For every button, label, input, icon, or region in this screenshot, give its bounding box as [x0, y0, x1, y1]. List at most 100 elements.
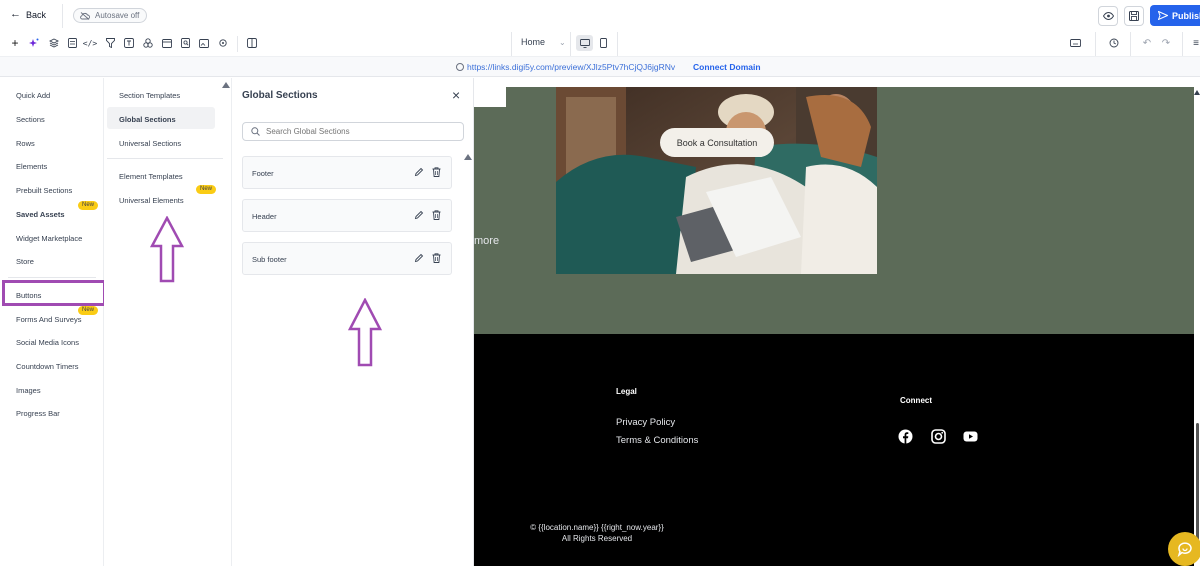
section-name: Footer	[252, 169, 274, 178]
keyboard-icon[interactable]	[1069, 37, 1081, 49]
preview-url-bar: https://links.digi5y.com/preview/XJlz5Pt…	[0, 56, 1200, 77]
scroll-up-arrow-icon[interactable]	[222, 82, 230, 88]
pencil-icon[interactable]	[414, 210, 424, 220]
saved-assets-panel: Section Templates Global Sections Univer…	[104, 78, 232, 566]
text-icon[interactable]	[123, 37, 135, 49]
search-field[interactable]	[242, 122, 464, 141]
nav-section-templates[interactable]: Section Templates	[119, 91, 180, 100]
scroll-up-arrow-icon[interactable]	[464, 154, 472, 160]
divider	[511, 32, 512, 56]
publish-button[interactable]: Publish	[1150, 5, 1200, 26]
columns-icon[interactable]	[246, 37, 258, 49]
youtube-icon[interactable]	[963, 429, 978, 444]
preview-button[interactable]	[1098, 6, 1118, 26]
nav-social-media-icons[interactable]: Social Media Icons	[16, 338, 79, 347]
trash-icon[interactable]	[432, 167, 441, 177]
layers-icon[interactable]	[48, 37, 60, 49]
global-section-card[interactable]: Footer	[242, 156, 452, 189]
nav-rows[interactable]: Rows	[16, 139, 35, 148]
facebook-icon[interactable]	[898, 429, 913, 444]
pencil-icon[interactable]	[414, 167, 424, 177]
divider	[1095, 32, 1096, 56]
phone-icon	[600, 38, 607, 48]
consultation-photo[interactable]	[556, 87, 877, 274]
search-input[interactable]	[266, 127, 446, 136]
copyright-text: © {{location.name}} {{right_now.year}} A…	[522, 522, 672, 544]
image-icon[interactable]	[198, 37, 210, 49]
support-chat-button[interactable]	[1168, 532, 1200, 566]
divider	[570, 32, 571, 56]
nav-store[interactable]: Store	[16, 257, 34, 266]
divider	[1130, 32, 1131, 56]
save-button[interactable]	[1124, 6, 1144, 26]
sparkles-icon[interactable]	[28, 37, 40, 49]
nav-countdown-timers[interactable]: Countdown Timers	[16, 362, 79, 371]
section-name: Header	[252, 212, 277, 221]
trash-icon[interactable]	[432, 253, 441, 263]
nav-universal-sections[interactable]: Universal Sections	[119, 139, 181, 148]
divider	[107, 158, 223, 159]
code-icon[interactable]: </>	[83, 37, 97, 49]
top-bar: ← Back Autosave off Publish	[0, 0, 1200, 32]
window-icon[interactable]	[161, 37, 173, 49]
page-select-value: Home	[521, 37, 546, 47]
nav-global-sections[interactable]: Global Sections	[119, 115, 176, 124]
page-icon[interactable]	[66, 37, 78, 49]
mobile-view-button[interactable]	[595, 35, 612, 51]
preview-url[interactable]: https://links.digi5y.com/preview/XJlz5Pt…	[456, 62, 675, 72]
terms-link[interactable]: Terms & Conditions	[616, 435, 698, 446]
nav-progress-bar[interactable]: Progress Bar	[16, 409, 60, 418]
panel-title: Global Sections	[242, 90, 318, 101]
desktop-view-button[interactable]	[576, 35, 593, 51]
chat-bubble-icon	[1177, 542, 1192, 557]
pencil-icon[interactable]	[414, 253, 424, 263]
puzzle-icon[interactable]	[217, 37, 229, 49]
privacy-policy-link[interactable]: Privacy Policy	[616, 417, 675, 428]
page-canvas[interactable]: more Book a Consultation Legal Privacy P…	[474, 78, 1194, 566]
canvas-scrollbar[interactable]	[1194, 78, 1200, 566]
canvas-edge	[474, 78, 506, 107]
book-consultation-button[interactable]: Book a Consultation	[660, 128, 774, 157]
publish-label: Publish	[1172, 10, 1200, 21]
close-icon[interactable]: ×	[452, 87, 460, 103]
autosave-toggle[interactable]: Autosave off	[73, 8, 148, 23]
global-section-card[interactable]: Sub footer	[242, 242, 452, 275]
trash-icon[interactable]	[432, 210, 441, 220]
new-badge: New	[78, 306, 99, 315]
preview-url-text: https://links.digi5y.com/preview/XJlz5Pt…	[467, 62, 676, 72]
history-icon[interactable]	[1108, 37, 1120, 49]
send-icon	[1158, 11, 1168, 20]
new-badge: New	[78, 201, 99, 210]
scroll-up-arrow-icon[interactable]	[1194, 90, 1200, 95]
scrollbar-thumb[interactable]	[1196, 423, 1199, 553]
shapes-icon[interactable]	[142, 37, 154, 49]
back-button[interactable]: ← Back	[10, 9, 46, 20]
monitor-icon	[579, 38, 590, 48]
divider	[617, 32, 618, 56]
floppy-disk-icon	[1129, 11, 1139, 21]
nav-quick-add[interactable]: Quick Add	[16, 91, 50, 100]
page-select[interactable]: Home ⌄	[521, 37, 566, 47]
nav-widget-marketplace[interactable]: Widget Marketplace	[16, 234, 82, 243]
document-search-icon[interactable]	[180, 37, 192, 49]
global-section-card[interactable]: Header	[242, 199, 452, 232]
nav-sections[interactable]: Sections	[16, 115, 45, 124]
plus-icon[interactable]: +	[9, 36, 21, 50]
nav-element-templates[interactable]: Element Templates	[119, 172, 183, 181]
nav-forms-and-surveys[interactable]: Forms And Surveys	[16, 315, 81, 324]
redo-icon[interactable]: ↷	[1160, 37, 1172, 49]
nav-images[interactable]: Images	[16, 386, 41, 395]
section-name: Sub footer	[252, 255, 287, 264]
menu-icon[interactable]: ≡	[1190, 37, 1200, 49]
connect-domain-link[interactable]: Connect Domain	[693, 62, 761, 72]
nav-elements[interactable]: Elements	[16, 162, 47, 171]
arrow-left-icon: ←	[10, 8, 21, 20]
nav-universal-elements[interactable]: Universal Elements	[119, 196, 184, 205]
nav-saved-assets[interactable]: Saved Assets	[16, 210, 65, 219]
undo-icon[interactable]: ↶	[1141, 37, 1153, 49]
filter-icon[interactable]	[104, 37, 116, 49]
globe-icon	[456, 63, 464, 71]
instagram-icon[interactable]	[931, 429, 946, 444]
nav-buttons[interactable]: Buttons	[16, 291, 41, 300]
nav-prebuilt-sections[interactable]: Prebuilt Sections	[16, 186, 72, 195]
